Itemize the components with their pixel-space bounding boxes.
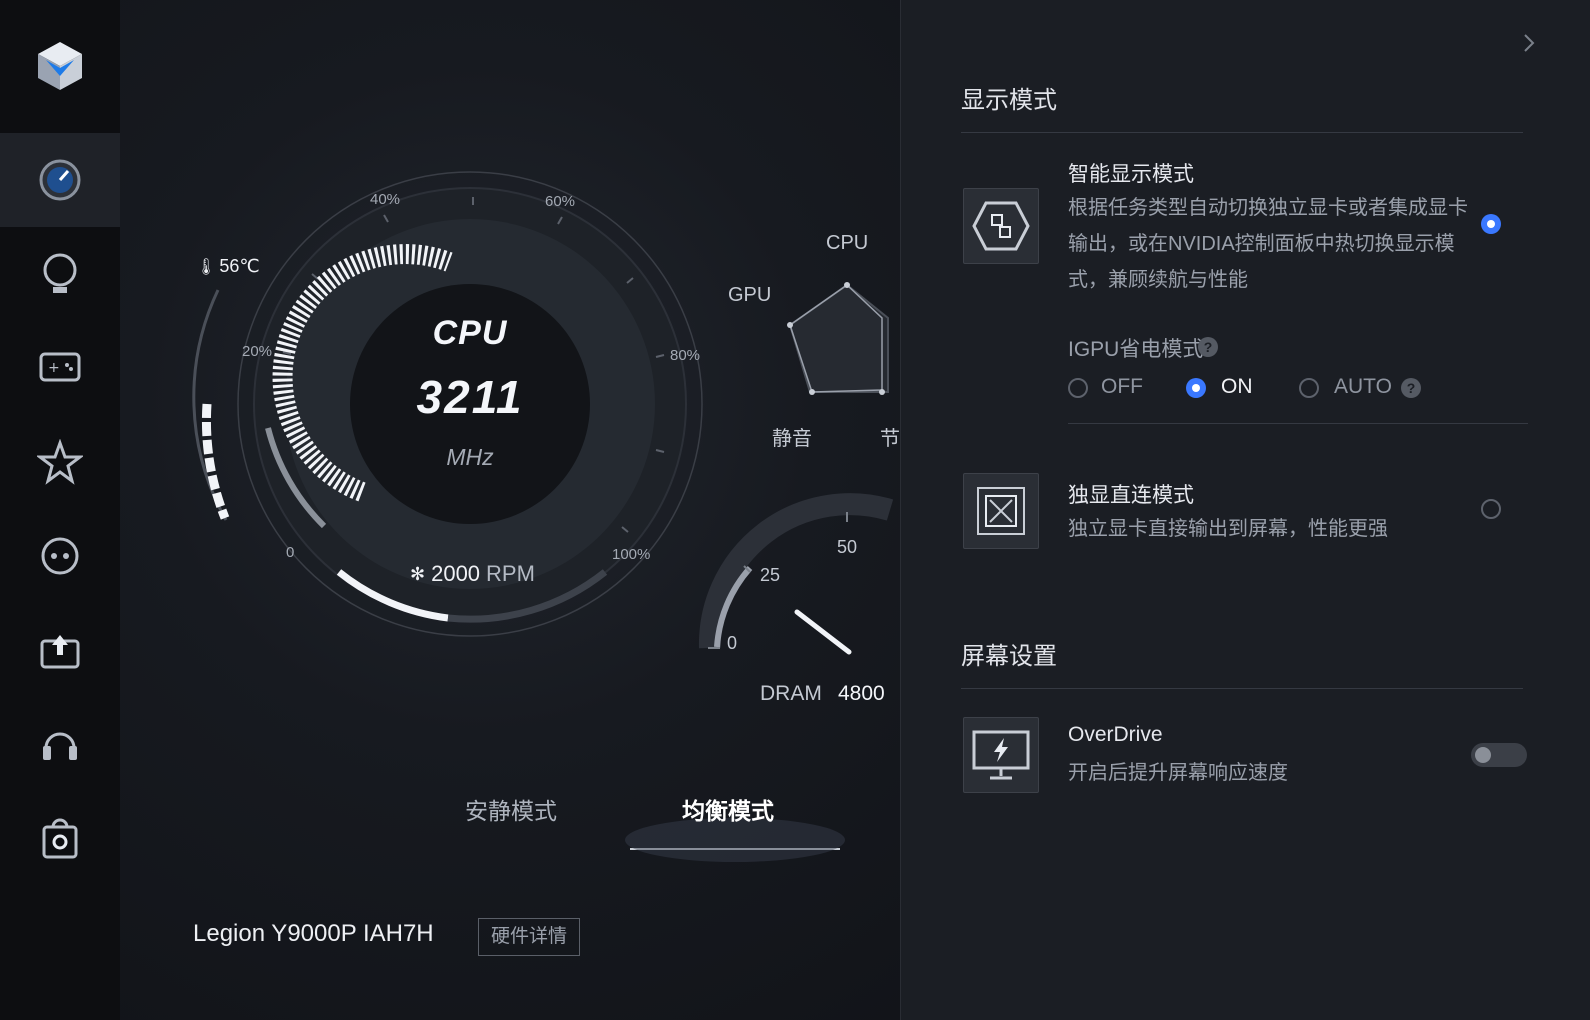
auto-help-icon[interactable]: ?	[1401, 378, 1421, 398]
igpu-on-radio[interactable]	[1186, 378, 1206, 398]
dram-tick-25: 25	[760, 565, 781, 585]
sidebar-item-performance[interactable]	[0, 133, 120, 227]
svg-text:+: +	[48, 360, 60, 376]
thermometer-icon: 🌡	[196, 257, 217, 276]
cpu-temperature: 🌡 56℃	[196, 256, 260, 277]
cpu-tick-0: 0	[286, 544, 295, 561]
divider	[961, 688, 1523, 689]
radar-label-cpu: CPU	[826, 232, 869, 254]
radar-label-gpu: GPU	[728, 284, 772, 306]
dram-gauge-track	[698, 493, 894, 649]
igpu-on-label[interactable]: ON	[1221, 375, 1253, 399]
fan-rpm-value: 2000	[431, 561, 481, 586]
igpu-off-radio[interactable]	[1068, 378, 1088, 398]
igpu-off-label[interactable]: OFF	[1101, 375, 1143, 399]
assistant-icon	[41, 537, 79, 575]
gpu-chip-icon	[977, 487, 1025, 535]
smart-display-desc-line: 根据任务类型自动切换独立显卡或者集成显卡	[1068, 197, 1468, 219]
tab-balanced-mode[interactable]: 均衡模式	[682, 792, 774, 826]
divider	[961, 132, 1523, 133]
lighting-icon	[43, 253, 77, 293]
smart-switch-icon	[972, 201, 1030, 251]
direct-mode-description: 独立显卡直接输出到屏幕，性能更强	[1068, 518, 1388, 540]
star-icon	[37, 439, 83, 485]
smart-display-title: 智能显示模式	[1068, 163, 1194, 186]
sidebar-item-gaming[interactable]: +	[0, 321, 120, 415]
temp-gauge-fill	[201, 403, 230, 520]
cpu-label: CPU	[432, 314, 508, 352]
direct-mode-icon	[963, 473, 1039, 549]
cpu-tick-40: 40%	[370, 191, 401, 208]
upload-icon	[40, 635, 80, 669]
dram-tick-50: 50	[837, 537, 858, 557]
igpu-auto-radio[interactable]	[1299, 378, 1319, 398]
display-settings-panel: 显示模式 智能显示模式 根据任务类型自动切换独立显卡或者集成显卡 输出，或在NV…	[900, 0, 1590, 1020]
sidebar-item-audio[interactable]	[0, 697, 120, 791]
radar-label-quiet: 静音	[772, 428, 812, 450]
direct-mode-radio[interactable]	[1481, 499, 1501, 519]
chevron-right-icon[interactable]	[1521, 31, 1537, 55]
tab-quiet-mode[interactable]: 安静模式	[465, 792, 557, 826]
performance-main: 0 20% 40% 60% 80% 100% 🌡 56℃ CPU 3211 MH…	[120, 0, 900, 1020]
headset-icon	[43, 732, 77, 760]
cpu-tick-60: 60%	[545, 193, 576, 210]
dram-label: DRAM	[760, 682, 822, 705]
divider	[1068, 423, 1528, 424]
cpu-frequency-value: 3211	[416, 371, 524, 423]
temperature-value: 56℃	[219, 256, 260, 276]
performance-gauge-icon	[39, 159, 81, 201]
smart-display-description: 根据任务类型自动切换独立显卡或者集成显卡 输出，或在NVIDIA控制面板中热切换…	[1068, 190, 1468, 298]
igpu-auto-label[interactable]: AUTO	[1334, 375, 1392, 399]
dram-tick-0: 0	[727, 633, 738, 653]
radar-outer	[788, 283, 889, 393]
smart-display-desc-line: 式，兼顾续航与性能	[1068, 269, 1248, 291]
overdrive-toggle[interactable]	[1471, 743, 1527, 767]
igpu-title: IGPU省电模式	[1068, 338, 1204, 361]
radar-label-cut: 节	[880, 428, 900, 450]
hardware-details-button[interactable]: 硬件详情	[478, 918, 580, 956]
sidebar-item-store[interactable]	[0, 791, 120, 885]
monitor-bolt-icon	[972, 730, 1030, 780]
smart-display-desc-line: 输出，或在NVIDIA控制面板中热切换显示模	[1068, 233, 1455, 255]
direct-mode-title: 独显直连模式	[1068, 484, 1194, 507]
dram-needle	[794, 609, 852, 655]
gamepad-icon: +	[39, 352, 81, 382]
device-model: Legion Y9000P IAH7H	[193, 920, 434, 947]
screen-settings-title: 屏幕设置	[961, 643, 1057, 670]
fan-speed: ✻ 2000 RPM	[410, 561, 535, 587]
overdrive-description: 开启后提升屏幕响应速度	[1068, 762, 1288, 784]
smart-display-radio[interactable]	[1481, 214, 1501, 234]
overdrive-title: OverDrive	[1068, 723, 1163, 746]
igpu-help-icon[interactable]: ?	[1198, 337, 1218, 357]
overdrive-icon	[963, 717, 1039, 793]
cpu-tick-80: 80%	[670, 347, 701, 364]
gauges-canvas	[192, 171, 894, 862]
cpu-tick-20: 20%	[242, 343, 273, 360]
display-mode-title: 显示模式	[961, 87, 1057, 114]
app-logo	[0, 0, 120, 132]
fan-icon: ✻	[410, 563, 426, 585]
cpu-frequency-unit: MHz	[446, 444, 494, 470]
sidebar-item-favorites[interactable]	[0, 415, 120, 509]
smart-display-icon	[963, 188, 1039, 264]
sidebar-item-assistant[interactable]	[0, 509, 120, 603]
dram-frequency-value: 4800	[838, 682, 885, 705]
cpu-tick-100: 100%	[612, 546, 651, 563]
sidebar: +	[0, 0, 120, 1020]
sidebar-item-updates[interactable]	[0, 603, 120, 697]
sidebar-item-lighting[interactable]	[0, 227, 120, 321]
store-bag-icon	[42, 818, 78, 859]
fan-rpm-unit: RPM	[486, 561, 535, 586]
cube-logo-icon	[38, 42, 82, 90]
